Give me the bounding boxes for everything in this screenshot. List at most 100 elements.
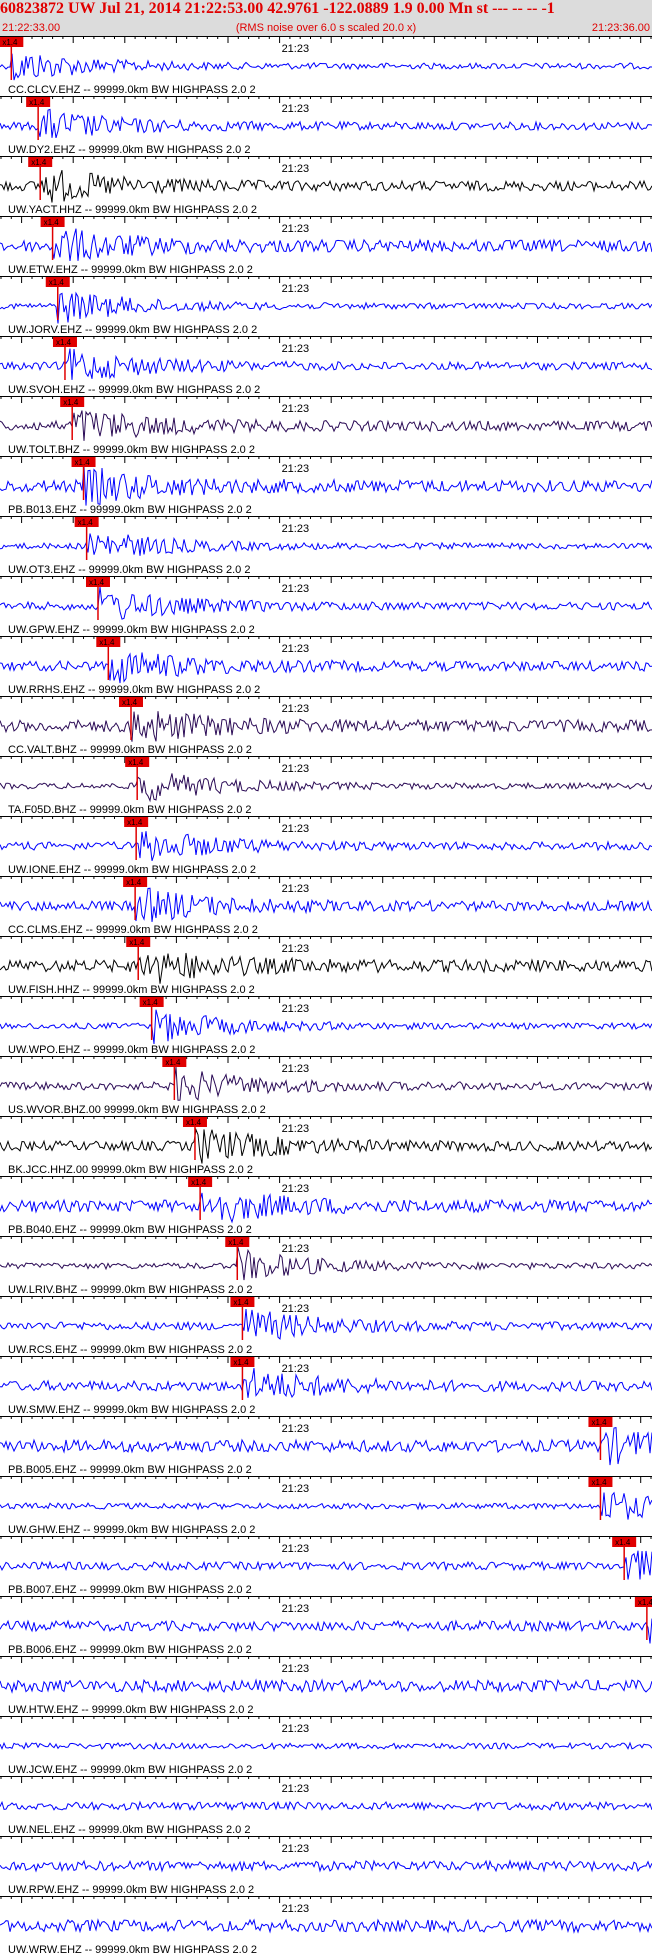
- pick-label: x1.4: [127, 818, 143, 827]
- axis-ticks: [0, 1836, 652, 1843]
- station-label: UW.WPO.EHZ -- 99999.0km BW HIGHPASS 2.0 …: [8, 1044, 255, 1056]
- minute-label: 21:23: [282, 583, 310, 595]
- waveform-trace: [0, 108, 652, 139]
- waveform-trace: [0, 533, 652, 556]
- event-title: 60823872 UW Jul 21, 2014 21:22:53.00 42.…: [0, 0, 555, 17]
- axis-ticks: [0, 876, 652, 883]
- minute-label: 21:23: [282, 223, 310, 235]
- axis-ticks: [0, 96, 652, 103]
- waveform-trace: [0, 1368, 652, 1399]
- pick-label: x1.4: [49, 278, 65, 287]
- seismogram-chart: 21:23 x1.4 CC.CLCV.EHZ -- 99999.0km BW HIG…: [0, 36, 652, 1956]
- pick-label: x1.4: [638, 1598, 652, 1607]
- minute-label: 21:23: [282, 1663, 310, 1675]
- pick-label: x1.4: [63, 398, 79, 407]
- station-label: UW.YACT.HHZ -- 99999.0km BW HIGHPASS 2.0…: [8, 204, 257, 216]
- pick-label: x1.4: [165, 1058, 181, 1067]
- axis-ticks: [0, 1596, 652, 1603]
- axis-ticks: [0, 696, 652, 703]
- station-label: UW.RPW.EHZ -- 99999.0km BW HIGHPASS 2.0 …: [8, 1884, 254, 1896]
- axis-ticks: [0, 1476, 652, 1483]
- axis-ticks: [0, 36, 652, 43]
- pick-label: x1.4: [75, 458, 91, 467]
- station-label: UW.TOLT.BHZ -- 99999.0km BW HIGHPASS 2.0…: [8, 444, 255, 456]
- minute-label: 21:23: [282, 1483, 310, 1495]
- waveform-trace: [0, 1309, 652, 1340]
- station-label: CC.CLMS.EHZ -- 99999.0km BW HIGHPASS 2.0…: [8, 924, 258, 936]
- minute-label: 21:23: [282, 283, 310, 295]
- pick-label: x1.4: [78, 518, 94, 527]
- minute-label: 21:23: [282, 643, 310, 655]
- waveform-trace: [0, 1066, 652, 1101]
- axis-ticks: [0, 1056, 652, 1063]
- pick-label: x1.4: [233, 1298, 249, 1307]
- time-end: 21:23:36.00: [591, 22, 650, 34]
- waveform-trace: [0, 291, 652, 324]
- station-label: UW.ETW.EHZ -- 99999.0km BW HIGHPASS 2.0 …: [8, 264, 253, 276]
- minute-label: 21:23: [282, 523, 310, 535]
- minute-label: 21:23: [282, 1903, 310, 1915]
- minute-label: 21:23: [282, 883, 310, 895]
- waveform-trace: [0, 1550, 652, 1580]
- station-label: UW.JCW.EHZ -- 99999.0km BW HIGHPASS 2.0 …: [8, 1764, 252, 1776]
- minute-label: 21:23: [282, 1303, 310, 1315]
- pick-label: x1.4: [591, 1418, 607, 1427]
- waveform-trace: [0, 1426, 652, 1466]
- station-label: UW.OT3.EHZ -- 99999.0km BW HIGHPASS 2.0 …: [8, 564, 250, 576]
- station-label: UW.LRIV.BHZ -- 99999.0km BW HIGHPASS 2.0…: [8, 1284, 253, 1296]
- minute-label: 21:23: [282, 1723, 310, 1735]
- minute-label: 21:23: [282, 1423, 310, 1435]
- minute-label: 21:23: [282, 343, 310, 355]
- minute-label: 21:23: [282, 1543, 310, 1555]
- pick-label: x1.4: [615, 1538, 631, 1547]
- station-label: PB.B005.EHZ -- 99999.0km BW HIGHPASS 2.0…: [8, 1464, 252, 1476]
- axis-ticks: [0, 936, 652, 943]
- station-label: TA.F05D.BHZ -- 99999.0km BW HIGHPASS 2.0…: [8, 804, 252, 816]
- station-label: CC.VALT.BHZ -- 99999.0km BW HIGHPASS 2.0…: [8, 744, 252, 756]
- minute-label: 21:23: [282, 763, 310, 775]
- axis-ticks: [0, 1536, 652, 1543]
- minute-label: 21:23: [282, 43, 310, 55]
- minute-label: 21:23: [282, 1783, 310, 1795]
- waveform-trace: [0, 1741, 652, 1751]
- minute-label: 21:23: [282, 463, 310, 475]
- station-label: UW.RCS.EHZ -- 99999.0km BW HIGHPASS 2.0 …: [8, 1344, 252, 1356]
- waveform-trace: [0, 1127, 652, 1164]
- minute-label: 21:23: [282, 1603, 310, 1615]
- minute-label: 21:23: [282, 163, 310, 175]
- pick-label: x1.4: [128, 758, 144, 767]
- pick-label: x1.4: [233, 1358, 249, 1367]
- minute-label: 21:23: [282, 1363, 310, 1375]
- minute-label: 21:23: [282, 1003, 310, 1015]
- axis-ticks: [0, 996, 652, 1003]
- station-label: UW.JORV.EHZ -- 99999.0km BW HIGHPASS 2.0…: [8, 324, 257, 336]
- waveform-trace: [0, 1491, 652, 1520]
- pick-label: x1.4: [126, 878, 142, 887]
- pick-label: x1.4: [143, 998, 159, 1007]
- axis-ticks: [0, 1176, 652, 1183]
- axis-ticks: [0, 396, 652, 403]
- waveform-trace: [0, 410, 652, 441]
- waveform-trace: [0, 228, 652, 261]
- axis-ticks: [0, 756, 652, 763]
- pick-label: x1.4: [56, 338, 72, 347]
- waveform-trace: [0, 1800, 652, 1812]
- axis-ticks: [0, 336, 652, 343]
- station-label: PB.B040.EHZ -- 99999.0km BW HIGHPASS 2.0…: [8, 1224, 252, 1236]
- pick-label: x1.4: [89, 578, 105, 587]
- waveform-trace: [0, 1678, 652, 1694]
- axis-ticks: [0, 1716, 652, 1723]
- waveform-trace: [0, 1247, 652, 1281]
- waveform-trace: [0, 887, 652, 922]
- pick-label: x1.4: [99, 638, 115, 647]
- waveform-trace: [0, 348, 652, 380]
- minute-label: 21:23: [282, 1843, 310, 1855]
- waveform-trace: [0, 831, 652, 861]
- station-label: BK.JCC.HHZ.00 99999.0km BW HIGHPASS 2.0 …: [8, 1164, 253, 1176]
- minute-label: 21:23: [282, 823, 310, 835]
- station-label: PB.B013.EHZ -- 99999.0km BW HIGHPASS 2.0…: [8, 504, 252, 516]
- station-label: UW.WRW.EHZ -- 99999.0km BW HIGHPASS 2.0 …: [8, 1944, 257, 1956]
- waveform-trace: [0, 773, 652, 803]
- axis-ticks: [0, 816, 652, 823]
- waveform-trace: [0, 1859, 652, 1873]
